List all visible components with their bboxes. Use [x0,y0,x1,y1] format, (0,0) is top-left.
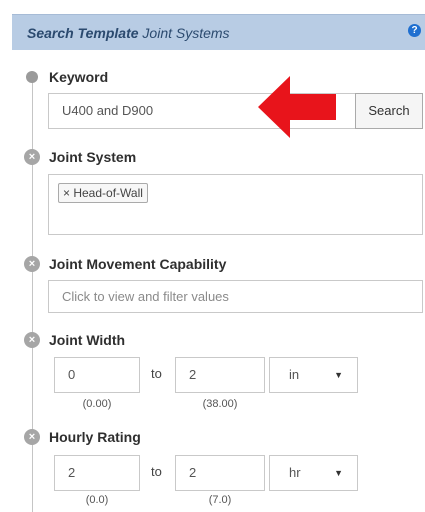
search-button[interactable]: Search [355,93,423,129]
timeline-line [32,76,33,512]
hourly-rating-label: Hourly Rating [49,429,141,445]
joint-system-label: Joint System [49,149,137,165]
joint-width-unit-select[interactable]: in ▼ [269,357,358,393]
joint-system-tag[interactable]: × Head-of-Wall [58,183,148,203]
movement-label: Joint Movement Capability [49,256,227,272]
hourly-to-range: (7.0) [208,494,232,506]
hourly-to-input[interactable]: 2 [175,455,265,491]
remove-circle-icon[interactable]: × [24,332,40,348]
joint-width-to-range: (38.00) [202,398,238,410]
red-arrow-icon [258,76,336,138]
header-title: Search Template Joint Systems [27,25,230,41]
movement-filter-input[interactable]: Click to view and filter values [48,280,423,313]
joint-width-to-input[interactable]: 2 [175,357,265,393]
joint-width-from-range: (0.00) [82,398,112,410]
remove-circle-icon[interactable]: × [24,256,40,272]
hourly-to-label: to [151,464,162,479]
remove-circle-icon[interactable]: × [24,149,40,165]
dropdown-caret-icon: ▼ [334,370,343,380]
dropdown-caret-icon: ▼ [334,468,343,478]
hourly-unit-value: hr [289,465,301,480]
hourly-from-range: (0.0) [85,494,109,506]
hourly-unit-select[interactable]: hr ▼ [269,455,358,491]
joint-width-label: Joint Width [49,332,126,348]
timeline-dot-icon [26,71,38,83]
help-icon[interactable]: ? [408,24,421,37]
joint-width-from-input[interactable]: 0 [54,357,140,393]
joint-width-unit-value: in [289,367,300,382]
joint-width-to-label: to [151,366,162,381]
hourly-from-input[interactable]: 2 [54,455,140,491]
keyword-label: Keyword [49,69,109,85]
remove-circle-icon[interactable]: × [24,429,40,445]
search-template-header: Search Template Joint Systems ? [12,14,425,50]
